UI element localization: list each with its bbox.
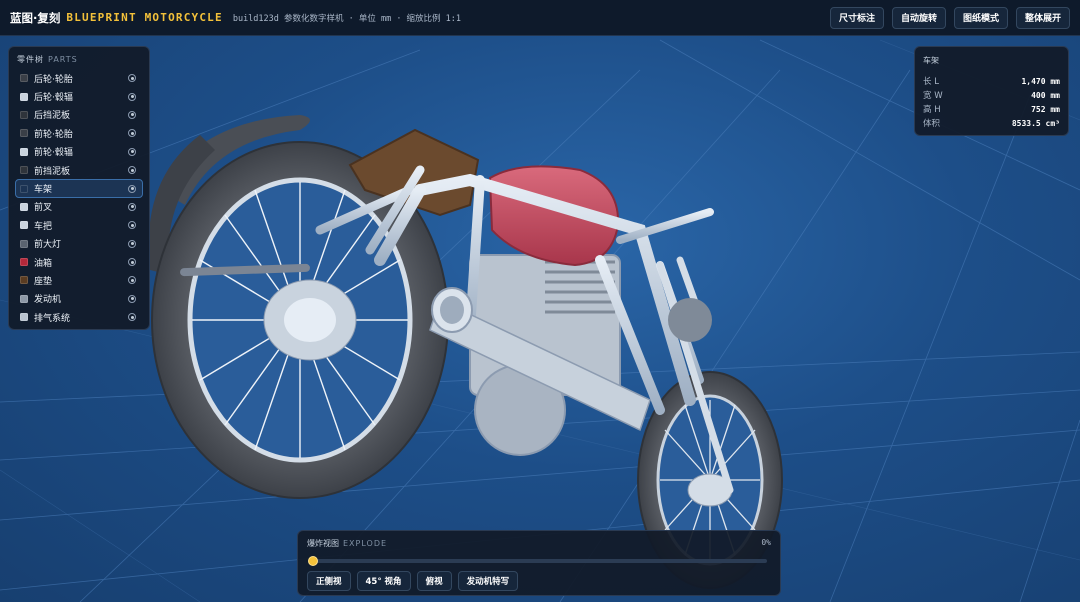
- visibility-eye-icon[interactable]: [128, 313, 136, 322]
- explode-slider[interactable]: [308, 556, 767, 566]
- brand-title: 蓝图·复刻: [10, 10, 61, 25]
- part-label: 前叉: [34, 203, 53, 214]
- part-info-panel: 车架 长 L 1,470 mm 宽 W 400 mm 高 H 752 mm 体积 853…: [914, 46, 1069, 136]
- part-color-swatch: [20, 294, 28, 303]
- part-row[interactable]: 前轮·毂辐: [15, 143, 143, 161]
- blueprint-mode-button[interactable]: 图纸模式: [953, 6, 1008, 29]
- part-color-swatch: [20, 221, 28, 230]
- info-row-length: 长 L 1,470 mm: [923, 76, 1060, 88]
- part-label: 车架: [34, 185, 53, 196]
- part-row[interactable]: 排气系统: [15, 308, 143, 326]
- headlight-shape[interactable]: [668, 298, 712, 342]
- visibility-eye-icon[interactable]: [128, 276, 136, 285]
- part-row[interactable]: 发动机: [15, 290, 143, 308]
- part-row[interactable]: 后轮·轮胎: [15, 69, 143, 87]
- visibility-eye-icon[interactable]: [128, 239, 136, 248]
- part-label: 座垫: [34, 276, 53, 287]
- visibility-eye-icon[interactable]: [128, 166, 136, 175]
- part-label: 前轮·轮胎: [34, 129, 73, 140]
- part-row[interactable]: 前叉: [15, 198, 143, 216]
- part-color-swatch: [20, 166, 28, 175]
- visibility-eye-icon[interactable]: [128, 92, 136, 101]
- part-label: 后轮·轮胎: [34, 74, 73, 85]
- expand-all-button[interactable]: 整体展开: [1015, 6, 1070, 29]
- part-label: 油箱: [34, 258, 53, 269]
- slider-thumb[interactable]: [308, 556, 318, 566]
- explode-percent: 0%: [761, 538, 771, 547]
- part-color-swatch: [20, 110, 28, 119]
- part-row[interactable]: 后轮·毂辐: [15, 87, 143, 105]
- part-color-swatch: [20, 129, 28, 138]
- brand-subtitle: BLUEPRINT MOTORCYCLE: [66, 11, 223, 24]
- part-row[interactable]: 后挡泥板: [15, 106, 143, 124]
- visibility-eye-icon[interactable]: [128, 202, 136, 211]
- auto-rotate-button[interactable]: 自动旋转: [891, 6, 946, 29]
- part-color-swatch: [20, 276, 28, 285]
- visibility-eye-icon[interactable]: [128, 147, 136, 156]
- side-view-button[interactable]: 正侧视: [307, 571, 351, 591]
- visibility-eye-icon[interactable]: [128, 110, 136, 119]
- part-color-swatch: [20, 258, 28, 267]
- explode-title: 爆炸视图 EXPLODE: [307, 539, 388, 548]
- part-color-swatch: [20, 202, 28, 211]
- top-bar: 蓝图·复刻 BLUEPRINT MOTORCYCLE build123d 参数化…: [0, 0, 1080, 36]
- visibility-eye-icon[interactable]: [128, 184, 136, 193]
- visibility-eye-icon[interactable]: [128, 294, 136, 303]
- visibility-eye-icon[interactable]: [128, 129, 136, 138]
- dimension-button[interactable]: 尺寸标注: [829, 6, 884, 29]
- part-label: 前大灯: [34, 240, 62, 251]
- part-label: 后挡泥板: [34, 111, 71, 122]
- parts-panel-title: 零件树 PARTS: [17, 55, 78, 64]
- view-buttons: 正侧视 45° 视角 俯视 发动机特写: [307, 571, 771, 591]
- explode-header: 爆炸视图 EXPLODE 0%: [307, 538, 771, 549]
- explode-panel: 爆炸视图 EXPLODE 0% 正侧视 45° 视角 俯视 发动机特写: [297, 530, 781, 596]
- visibility-eye-icon[interactable]: [128, 258, 136, 267]
- part-row[interactable]: 前大灯: [15, 235, 143, 253]
- angle-45-view-button[interactable]: 45° 视角: [356, 571, 411, 591]
- part-row[interactable]: 前挡泥板: [15, 161, 143, 179]
- visibility-eye-icon[interactable]: [128, 221, 136, 230]
- parts-panel: 零件树 PARTS 后轮·轮胎后轮·毂辐后挡泥板前轮·轮胎前轮·毂辐前挡泥板车架前…: [8, 46, 150, 330]
- parts-list: 后轮·轮胎后轮·毂辐后挡泥板前轮·轮胎前轮·毂辐前挡泥板车架前叉车把前大灯油箱座…: [15, 69, 143, 326]
- info-row-volume: 体积 8533.5 cm³: [923, 118, 1060, 130]
- part-label: 车把: [34, 221, 53, 232]
- build-meta: build123d 参数化数字样机 · 单位 mm · 缩放比例 1:1: [232, 13, 462, 24]
- engine-closeup-button[interactable]: 发动机特写: [457, 571, 519, 591]
- part-label: 发动机: [34, 295, 62, 306]
- part-color-swatch: [20, 92, 28, 101]
- info-row-width: 宽 W 400 mm: [923, 90, 1060, 102]
- part-color-swatch: [20, 239, 28, 248]
- part-row[interactable]: 前轮·轮胎: [15, 124, 143, 142]
- part-color-swatch: [20, 74, 28, 83]
- part-label: 前挡泥板: [34, 166, 71, 177]
- part-row[interactable]: 车把: [15, 216, 143, 234]
- info-title: 车架: [923, 56, 939, 65]
- part-row[interactable]: 车架: [15, 179, 143, 198]
- part-row[interactable]: 油箱: [15, 253, 143, 271]
- part-color-swatch: [20, 184, 28, 193]
- part-color-swatch: [20, 313, 28, 322]
- top-view-button[interactable]: 俯视: [416, 571, 452, 591]
- part-label: 前轮·毂辐: [34, 148, 73, 159]
- part-row[interactable]: 座垫: [15, 271, 143, 289]
- part-color-swatch: [20, 147, 28, 156]
- part-label: 后轮·毂辐: [34, 93, 73, 104]
- part-label: 排气系统: [34, 313, 71, 324]
- info-row-height: 高 H 752 mm: [923, 104, 1060, 116]
- visibility-eye-icon[interactable]: [128, 74, 136, 83]
